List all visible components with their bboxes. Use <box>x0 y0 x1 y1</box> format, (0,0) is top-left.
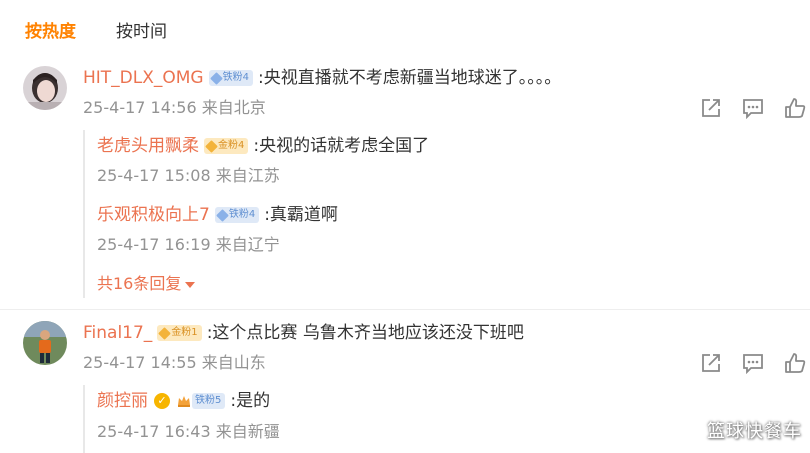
comment-time: 25-4-17 14:56 <box>83 98 197 117</box>
share-icon[interactable] <box>700 352 722 374</box>
diamond-icon <box>205 139 218 153</box>
fan-badge: 铁粉5 <box>192 393 226 409</box>
share-icon[interactable] <box>700 97 722 119</box>
fan-badge-label: 金粉1 <box>171 327 198 338</box>
reply-time: 25-4-17 16:43 <box>97 422 211 441</box>
comment-text: :这个点比赛 乌鲁木齐当地应该还没下班吧 <box>206 323 524 343</box>
reply-username[interactable]: 颜控丽 <box>97 389 148 413</box>
comment-icon[interactable] <box>742 97 764 119</box>
diamond-icon <box>215 208 229 222</box>
fan-badge: 铁粉4 <box>214 207 260 223</box>
comment-meta: 25-4-17 14:55 来自山东 <box>83 352 266 374</box>
reply-username[interactable]: 乐观积极向上7 <box>97 203 210 227</box>
fan-badge-label: 铁粉4 <box>228 209 256 220</box>
more-replies-label: 共16条回复 <box>97 274 182 293</box>
reply-location: 来自辽宁 <box>215 235 280 254</box>
verified-icon: ✓ <box>154 393 170 409</box>
tab-time[interactable]: 按时间 <box>116 18 167 46</box>
comment-actions <box>700 97 806 119</box>
fan-badge-label: 金粉4 <box>218 140 245 151</box>
reply-meta: 25-4-17 16:43 来自新疆 <box>97 421 280 443</box>
diamond-icon <box>158 326 172 340</box>
fan-badge: 金粉4 <box>204 138 249 154</box>
avatar[interactable] <box>23 321 67 365</box>
comment-actions <box>700 352 806 374</box>
comment-header: HIT_DLX_OMG 铁粉4 :央视直播就不考虑新疆当地球迷了。。。。 <box>83 66 561 90</box>
caret-down-icon <box>185 281 196 288</box>
comment-location: 来自山东 <box>201 353 266 372</box>
comment-text: :央视直播就不考虑新疆当地球迷了。。。。 <box>258 68 562 88</box>
reply-header: 颜控丽 ✓ 铁粉5 :是的 <box>97 389 270 413</box>
reply-text: :央视的话就考虑全国了 <box>253 136 430 156</box>
tab-hot[interactable]: 按热度 <box>25 18 76 46</box>
comment-header: Final17_ 金粉1 :这个点比赛 乌鲁木齐当地应该还没下班吧 <box>83 321 524 345</box>
sort-tabs: 按热度 按时间 <box>25 18 167 46</box>
reply-time: 25-4-17 15:08 <box>97 166 211 185</box>
reply-header: 老虎头用飘柔 金粉4 :央视的话就考虑全国了 <box>97 134 429 158</box>
comment-time: 25-4-17 14:55 <box>83 353 197 372</box>
more-replies-link[interactable]: 共16条回复 <box>97 273 196 295</box>
reply-header: 乐观积极向上7 铁粉4 :真霸道啊 <box>97 203 338 227</box>
user-avatar-soccer-icon <box>23 321 67 365</box>
reply-location: 来自新疆 <box>215 422 280 441</box>
reply-text: :真霸道啊 <box>264 205 338 225</box>
comment-divider <box>0 309 810 310</box>
fan-badge: 铁粉4 <box>208 70 253 86</box>
user-avatar-photo-icon <box>23 66 67 110</box>
reply-location: 来自江苏 <box>215 166 280 185</box>
diamond-icon <box>209 71 223 85</box>
fan-badge-label: 铁粉5 <box>195 395 222 406</box>
comment-username[interactable]: Final17_ <box>83 321 152 345</box>
reply-text: :是的 <box>230 391 271 411</box>
reply-username[interactable]: 老虎头用飘柔 <box>97 134 199 158</box>
comment-username[interactable]: HIT_DLX_OMG <box>83 66 204 90</box>
like-icon[interactable] <box>784 97 806 119</box>
reply-time: 25-4-17 16:19 <box>97 235 211 254</box>
like-icon[interactable] <box>784 352 806 374</box>
comment-meta: 25-4-17 14:56 来自北京 <box>83 97 266 119</box>
comment-location: 来自北京 <box>201 98 266 117</box>
watermark-text: 篮球快餐车 <box>707 421 802 442</box>
avatar[interactable] <box>23 66 67 110</box>
fan-badge: 金粉1 <box>157 325 202 341</box>
fan-badge-label: 铁粉4 <box>222 72 249 83</box>
reply-meta: 25-4-17 16:19 来自辽宁 <box>97 234 280 256</box>
crown-icon <box>178 396 190 407</box>
comment-icon[interactable] <box>742 352 764 374</box>
reply-meta: 25-4-17 15:08 来自江苏 <box>97 165 280 187</box>
